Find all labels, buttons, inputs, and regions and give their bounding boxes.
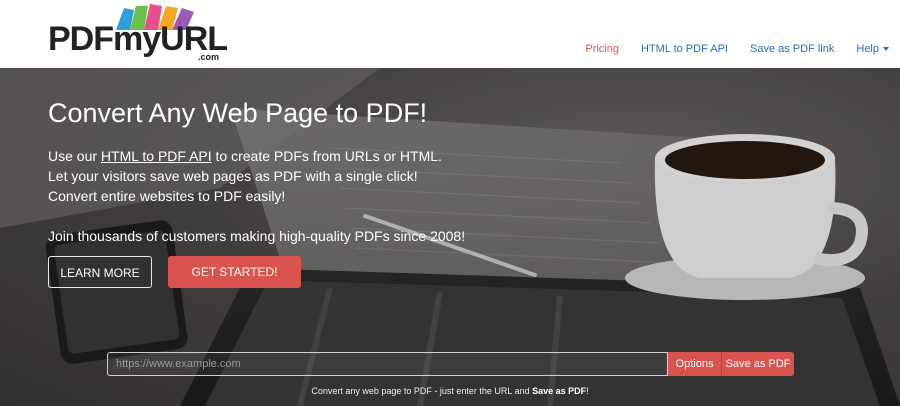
nav-help-label: Help (856, 43, 879, 55)
hero-title: Convert Any Web Page to PDF! (48, 98, 428, 128)
hero-join-text: Join thousands of customers making high-… (48, 228, 466, 244)
hint-pre: Convert any web page to PDF - just enter… (311, 386, 533, 396)
nav-html-to-pdf-api[interactable]: HTML to PDF API (630, 38, 739, 60)
chevron-down-icon (883, 47, 889, 52)
hero-line-1-pre: Use our (48, 148, 101, 164)
hero-description: Use our HTML to PDF API to create PDFs f… (48, 146, 442, 206)
hero-line-2: Let your visitors save web pages as PDF … (48, 168, 418, 184)
site-header: PDFmyURL .com Pricing HTML to PDF API Sa… (0, 0, 900, 68)
hero-line-3: Convert entire websites to PDF easily! (48, 188, 286, 204)
top-nav: Pricing HTML to PDF API Save as PDF link… (574, 38, 900, 60)
get-started-button[interactable]: GET STARTED! (168, 256, 301, 288)
save-as-pdf-button[interactable]: Save as PDF (722, 352, 794, 376)
hero-api-link[interactable]: HTML to PDF API (101, 148, 212, 164)
learn-more-button[interactable]: LEARN MORE (48, 256, 152, 288)
hint-bold: Save as PDF (532, 386, 587, 396)
converter-hint: Convert any web page to PDF - just enter… (0, 386, 900, 396)
logo[interactable]: PDFmyURL .com (48, 4, 228, 64)
hero-line-1: Use our HTML to PDF API to create PDFs f… (48, 146, 442, 166)
nav-help[interactable]: Help (845, 38, 900, 60)
hero-line-1-post: to create PDFs from URLs or HTML. (211, 148, 442, 164)
url-input-wrapper (107, 352, 668, 376)
url-input[interactable] (108, 353, 667, 375)
hero-section: Convert Any Web Page to PDF! Use our HTM… (0, 68, 900, 406)
logo-domain-suffix: .com (198, 52, 220, 62)
nav-save-as-pdf-link[interactable]: Save as PDF link (739, 38, 845, 60)
hint-post: ! (586, 386, 589, 396)
options-button[interactable]: Options (668, 352, 722, 376)
nav-pricing[interactable]: Pricing (574, 38, 630, 60)
